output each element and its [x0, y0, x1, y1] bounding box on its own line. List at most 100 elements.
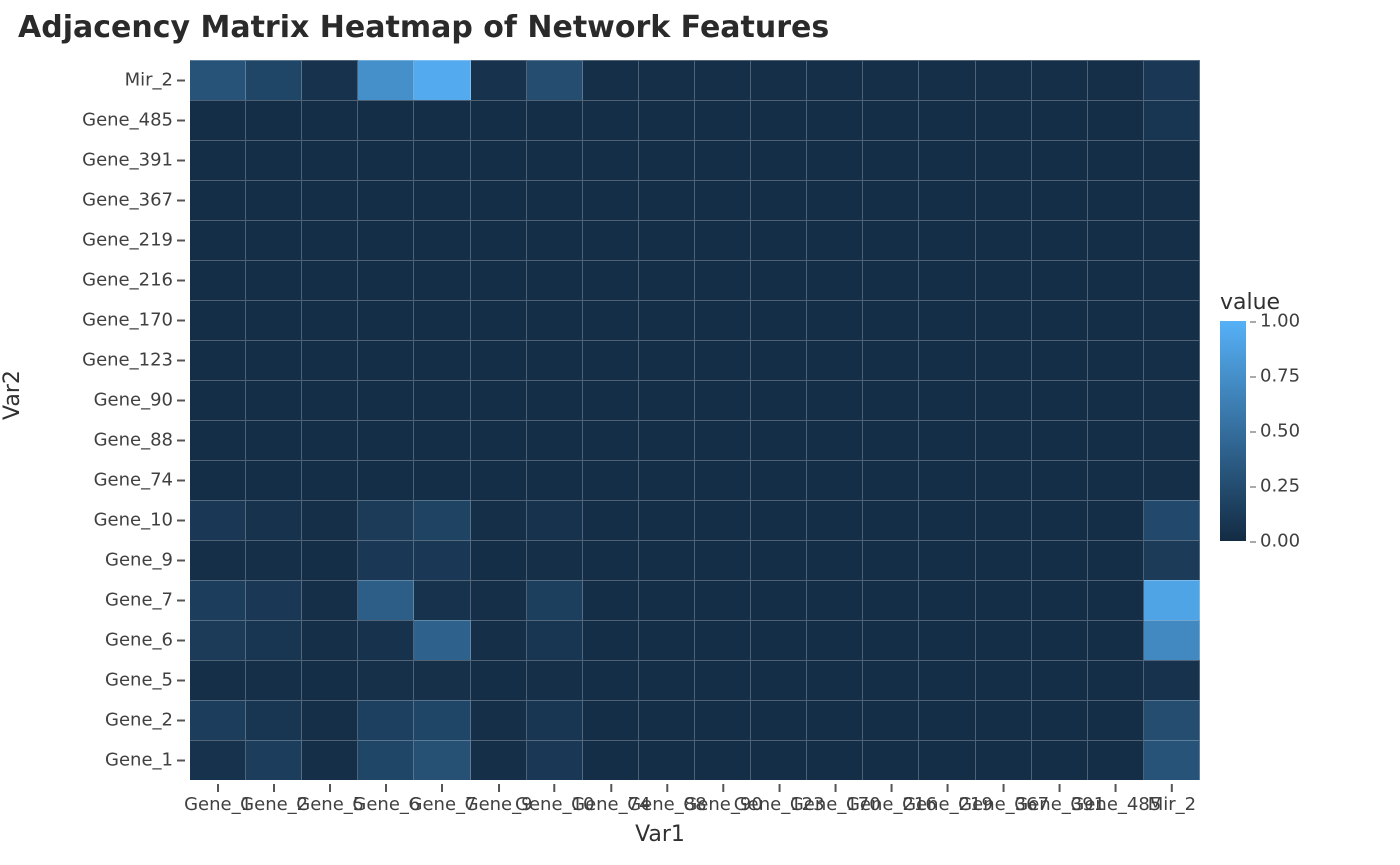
- heatmap-cell: [1032, 460, 1088, 500]
- heatmap-cell: [358, 500, 414, 540]
- heatmap-cell: [358, 380, 414, 420]
- heatmap-cell: [414, 460, 470, 500]
- heatmap-cell: [919, 540, 975, 580]
- heatmap-cell: [976, 420, 1032, 460]
- heatmap-cell: [1088, 340, 1144, 380]
- heatmap-cell: [302, 300, 358, 340]
- heatmap-cell: [190, 580, 246, 620]
- y-tick-label: Gene_6: [105, 630, 185, 651]
- heatmap-cell: [302, 540, 358, 580]
- heatmap-cell: [583, 460, 639, 500]
- heatmap-cell: [807, 540, 863, 580]
- heatmap-cell: [471, 420, 527, 460]
- heatmap-cell: [190, 180, 246, 220]
- heatmap-cell: [583, 260, 639, 300]
- heatmap-cell: [190, 700, 246, 740]
- heatmap-cell: [414, 60, 470, 100]
- heatmap-cell: [1088, 660, 1144, 700]
- heatmap-cell: [358, 260, 414, 300]
- heatmap-cell: [471, 220, 527, 260]
- heatmap-cell: [976, 700, 1032, 740]
- heatmap-cell: [976, 460, 1032, 500]
- heatmap-cell: [190, 100, 246, 140]
- heatmap-cell: [1032, 380, 1088, 420]
- y-tick-label: Gene_5: [105, 670, 185, 691]
- heatmap-cell: [471, 340, 527, 380]
- heatmap-cell: [358, 340, 414, 380]
- heatmap-cell: [639, 140, 695, 180]
- heatmap-cell: [976, 340, 1032, 380]
- heatmap-cell: [1032, 740, 1088, 780]
- heatmap-cell: [583, 60, 639, 100]
- heatmap-cell: [527, 700, 583, 740]
- heatmap-cell: [302, 660, 358, 700]
- heatmap-cell: [1144, 340, 1200, 380]
- heatmap-cell: [190, 540, 246, 580]
- heatmap-cell: [1088, 420, 1144, 460]
- heatmap-cell: [639, 180, 695, 220]
- heatmap-cell: [919, 300, 975, 340]
- heatmap-cell: [583, 300, 639, 340]
- heatmap-cell: [1032, 220, 1088, 260]
- heatmap-cell: [1144, 660, 1200, 700]
- heatmap-cell: [246, 300, 302, 340]
- heatmap-cell: [527, 660, 583, 700]
- heatmap-cell: [1088, 140, 1144, 180]
- heatmap-cell: [527, 60, 583, 100]
- legend: value 0.000.250.500.751.00: [1220, 290, 1380, 541]
- heatmap-cell: [695, 500, 751, 540]
- heatmap-cell: [863, 500, 919, 540]
- heatmap-cell: [190, 140, 246, 180]
- heatmap-cell: [751, 180, 807, 220]
- heatmap-cell: [976, 140, 1032, 180]
- y-tick-label: Gene_391: [82, 150, 185, 171]
- heatmap-cell: [246, 660, 302, 700]
- y-tick-label: Gene_90: [94, 390, 185, 411]
- heatmap-cell: [639, 260, 695, 300]
- heatmap-cell: [302, 620, 358, 660]
- y-axis-title: Var2: [0, 370, 25, 420]
- heatmap-cell: [695, 620, 751, 660]
- heatmap-cell: [919, 660, 975, 700]
- heatmap-cell: [1144, 100, 1200, 140]
- heatmap-cell: [919, 60, 975, 100]
- heatmap-cell: [190, 260, 246, 300]
- heatmap-cell: [751, 260, 807, 300]
- heatmap-cell: [583, 500, 639, 540]
- heatmap-cell: [1032, 300, 1088, 340]
- heatmap-cell: [1144, 300, 1200, 340]
- heatmap-cell: [919, 260, 975, 300]
- heatmap-cell: [583, 100, 639, 140]
- y-tick-label: Gene_9: [105, 550, 185, 571]
- heatmap-cell: [639, 420, 695, 460]
- heatmap-cell: [695, 300, 751, 340]
- chart-container: Adjacency Matrix Heatmap of Network Feat…: [0, 0, 1400, 865]
- heatmap-cell: [190, 60, 246, 100]
- heatmap-cell: [1032, 260, 1088, 300]
- heatmap-cell: [807, 420, 863, 460]
- heatmap-cell: [919, 580, 975, 620]
- heatmap-cell: [246, 620, 302, 660]
- heatmap-cell: [190, 380, 246, 420]
- heatmap-cell: [919, 140, 975, 180]
- heatmap-cell: [751, 580, 807, 620]
- heatmap-cell: [976, 180, 1032, 220]
- heatmap-cell: [246, 500, 302, 540]
- legend-tick-label: 0.00: [1250, 531, 1300, 552]
- heatmap-cell: [695, 340, 751, 380]
- heatmap-cell: [863, 180, 919, 220]
- heatmap-cell: [863, 660, 919, 700]
- heatmap-cell: [1144, 460, 1200, 500]
- heatmap-cell: [471, 380, 527, 420]
- heatmap-cell: [863, 260, 919, 300]
- heatmap-cell: [976, 540, 1032, 580]
- heatmap-cell: [639, 460, 695, 500]
- heatmap-cell: [414, 740, 470, 780]
- heatmap-cell: [1032, 580, 1088, 620]
- heatmap-cell: [246, 220, 302, 260]
- heatmap-cell: [246, 60, 302, 100]
- heatmap-cell: [919, 620, 975, 660]
- heatmap-cell: [1144, 140, 1200, 180]
- heatmap-cell: [751, 700, 807, 740]
- heatmap-cell: [639, 580, 695, 620]
